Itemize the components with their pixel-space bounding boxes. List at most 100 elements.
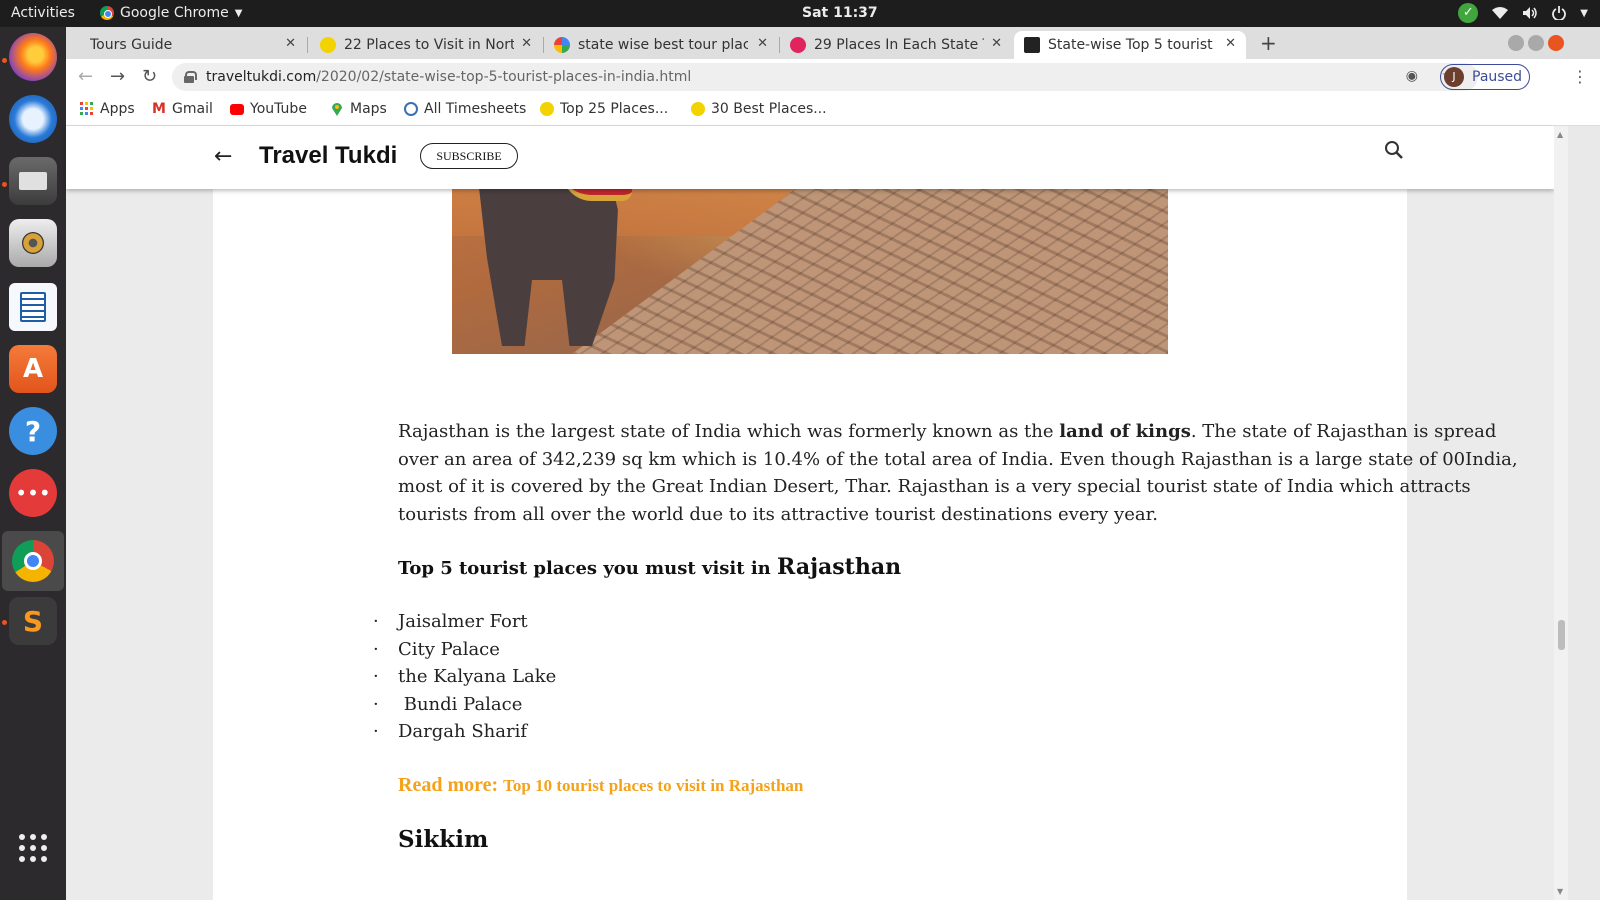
- list-item: · Jaisalmer Fort: [373, 608, 556, 636]
- bookmark-all-timesheets[interactable]: All Timesheets: [404, 101, 526, 117]
- sublime-icon[interactable]: S: [9, 597, 57, 645]
- reload-icon[interactable]: ↻: [142, 66, 157, 87]
- system-tray[interactable]: ✓ ▼: [1458, 3, 1588, 23]
- lock-icon[interactable]: [184, 71, 197, 83]
- site-brand[interactable]: Travel Tukdi: [259, 142, 397, 170]
- clock[interactable]: Sat 11:37: [802, 5, 878, 21]
- tab-title: State-wise Top 5 tourist p: [1048, 37, 1218, 53]
- place-name: Jaisalmer Fort: [398, 611, 528, 632]
- power-icon[interactable]: [1552, 6, 1567, 20]
- maximize-window-icon[interactable]: [1528, 35, 1544, 51]
- bullet: ·: [373, 721, 379, 742]
- app-menu[interactable]: Google Chrome ▼: [100, 5, 242, 21]
- search-icon[interactable]: [1384, 140, 1404, 160]
- scroll-down-arrow-icon[interactable]: ▼: [1557, 887, 1563, 896]
- tab-29-places[interactable]: 29 Places In Each State Th ✕: [780, 31, 1012, 59]
- page-viewport: Rajasthan is the largest state of India …: [66, 126, 1554, 900]
- close-icon[interactable]: ✕: [757, 36, 768, 51]
- heading-state: Rajasthan: [777, 554, 902, 580]
- help-icon[interactable]: ?: [9, 407, 57, 455]
- tab-tours-guide[interactable]: Tours Guide ✕: [80, 31, 306, 59]
- url-host: traveltukdi.com: [206, 69, 317, 85]
- scrollbar-thumb[interactable]: [1558, 620, 1565, 650]
- dock: A ? ••• S: [0, 27, 66, 900]
- traveltukdi-favicon-icon: [1024, 37, 1040, 53]
- new-tab-plus-icon[interactable]: +: [1260, 31, 1277, 55]
- read-more-link[interactable]: Top 10 tourist places to visit in Rajast…: [503, 776, 803, 795]
- tracking-blocked-eye-icon[interactable]: ◉: [1406, 68, 1418, 84]
- wifi-icon[interactable]: [1492, 6, 1509, 20]
- site-header: ← Travel Tukdi SUBSCRIBE: [66, 126, 1554, 189]
- chat-icon[interactable]: •••: [9, 469, 57, 517]
- forward-arrow-icon[interactable]: →: [110, 66, 125, 87]
- list-item: · the Kalyana Lake: [373, 663, 556, 691]
- check-status-icon[interactable]: ✓: [1458, 3, 1479, 23]
- close-icon[interactable]: ✕: [285, 36, 296, 51]
- place-name: Dargah Sharif: [398, 721, 528, 742]
- article-card: Rajasthan is the largest state of India …: [213, 126, 1518, 900]
- list-item: · City Palace: [373, 636, 556, 664]
- youtube-icon: [230, 103, 244, 115]
- bookmark-maps[interactable]: Maps: [330, 101, 387, 117]
- bookmark-label: All Timesheets: [424, 101, 527, 117]
- app-grid-icon[interactable]: [9, 824, 57, 872]
- bookmark-apps[interactable]: Apps: [80, 101, 135, 117]
- rhythmbox-icon[interactable]: [9, 219, 57, 267]
- page-scrollbar[interactable]: ▲ ▼: [1554, 126, 1568, 900]
- back-arrow-icon[interactable]: ←: [214, 144, 232, 169]
- tab-22-places[interactable]: 22 Places to Visit in North ✕: [310, 31, 542, 59]
- bookmark-top-25-places[interactable]: Top 25 Places...: [540, 101, 668, 117]
- chrome-icon: [100, 6, 114, 20]
- bookmark-30-best-places[interactable]: 30 Best Places...: [691, 101, 827, 117]
- chevron-down-icon: ▼: [234, 7, 243, 19]
- gmail-icon: M: [152, 101, 166, 117]
- kebab-menu-icon[interactable]: ⋮: [1572, 67, 1588, 86]
- address-bar[interactable]: traveltukdi.com/2020/02/state-wise-top-5…: [172, 63, 1478, 91]
- software-center-icon[interactable]: A: [9, 345, 57, 393]
- para-bold-text: land of kings: [1059, 421, 1191, 442]
- profile-button[interactable]: J Paused: [1440, 64, 1530, 90]
- close-window-icon[interactable]: [1548, 35, 1564, 51]
- subscribe-button[interactable]: SUBSCRIBE: [420, 143, 518, 169]
- chevron-down-icon[interactable]: ▼: [1580, 8, 1588, 19]
- files-icon[interactable]: [9, 157, 57, 205]
- list-item: · Bundi Palace: [373, 691, 556, 719]
- google-favicon-icon: [554, 37, 570, 53]
- running-indicator: [2, 58, 7, 63]
- bookmark-label: Apps: [100, 101, 135, 117]
- bookmark-youtube[interactable]: YouTube: [230, 101, 307, 117]
- thunderbird-icon[interactable]: [9, 95, 57, 143]
- rajasthan-intro-paragraph: Rajasthan is the largest state of India …: [398, 418, 1523, 528]
- bookmark-gmail[interactable]: M Gmail: [152, 101, 213, 117]
- place-name: the Kalyana Lake: [398, 666, 557, 687]
- running-indicator: [2, 182, 7, 187]
- chrome-launcher[interactable]: [2, 531, 64, 591]
- firefox-icon[interactable]: [9, 33, 57, 81]
- timesheets-icon: [404, 102, 418, 116]
- close-icon[interactable]: ✕: [521, 36, 532, 51]
- bullet: ·: [373, 666, 379, 687]
- back-arrow-icon[interactable]: ←: [78, 66, 93, 87]
- site-favicon-icon: [691, 102, 705, 116]
- close-icon[interactable]: ✕: [991, 36, 1002, 51]
- close-icon[interactable]: ✕: [1225, 36, 1236, 51]
- place-name: Bundi Palace: [398, 693, 523, 715]
- scroll-up-arrow-icon[interactable]: ▲: [1557, 130, 1563, 139]
- url-path: /2020/02/state-wise-top-5-tourist-places…: [316, 69, 692, 85]
- system-top-bar: Activities Google Chrome ▼ Sat 11:37 ✓ ▼: [0, 0, 1600, 27]
- tab-state-wise-top-5[interactable]: State-wise Top 5 tourist p ✕: [1014, 31, 1246, 59]
- running-indicator: [2, 620, 7, 625]
- tab-google-search[interactable]: state wise best tour place ✕: [544, 31, 778, 59]
- read-more-label: Read more:: [398, 774, 504, 796]
- tab-strip: Tours Guide ✕ 22 Places to Visit in Nort…: [66, 27, 1600, 59]
- volume-icon[interactable]: [1522, 6, 1538, 20]
- bullet: ·: [373, 693, 379, 715]
- writer-icon[interactable]: [9, 283, 57, 331]
- tab-title: 29 Places In Each State Th: [814, 37, 984, 53]
- activities-button[interactable]: Activities: [11, 5, 75, 21]
- heading-prefix: Top 5 tourist places you must visit in: [398, 558, 778, 579]
- maps-pin-icon: [332, 103, 342, 116]
- minimize-window-icon[interactable]: [1508, 35, 1524, 51]
- bookmark-label: Maps: [350, 101, 387, 117]
- bookmarks-bar: Apps M Gmail YouTube Maps All Timesheets…: [66, 95, 1600, 126]
